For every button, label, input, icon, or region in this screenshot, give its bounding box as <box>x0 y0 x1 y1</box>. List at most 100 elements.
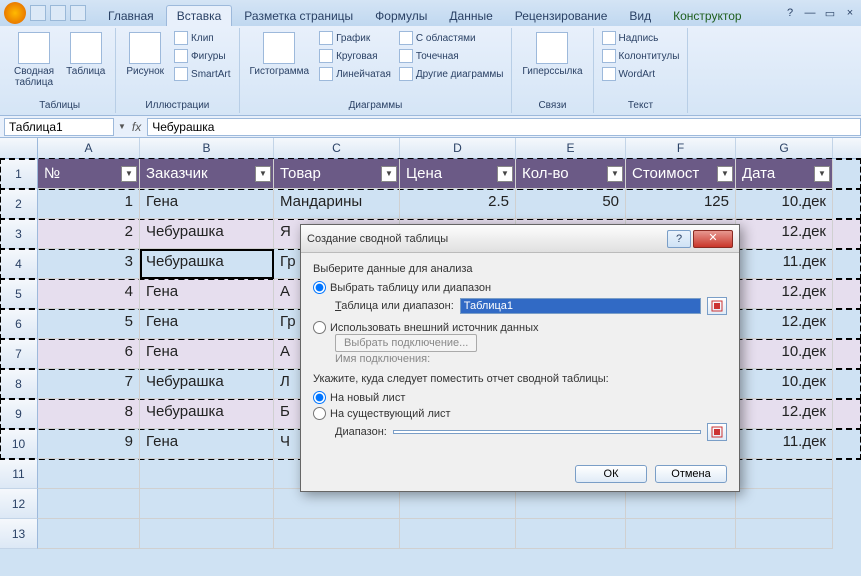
tab-review[interactable]: Рецензирование <box>505 6 618 26</box>
cell-date[interactable]: 12.дек <box>736 399 833 429</box>
help-icon[interactable]: ? <box>783 6 797 20</box>
col-header-a[interactable]: A <box>38 138 140 158</box>
row-header[interactable]: 1 <box>0 159 38 189</box>
range2-picker-button[interactable] <box>707 423 727 441</box>
cell-no[interactable]: 2 <box>38 219 140 249</box>
col-header-f[interactable]: F <box>626 138 736 158</box>
cell-date[interactable]: 10.дек <box>736 369 833 399</box>
empty-cell[interactable] <box>400 489 516 519</box>
cell-no[interactable]: 4 <box>38 279 140 309</box>
namebox-dropdown-icon[interactable]: ▼ <box>118 122 126 131</box>
radio-existing-sheet[interactable]: На существующий лист <box>313 407 727 420</box>
empty-cell[interactable] <box>38 459 140 489</box>
cell-customer[interactable]: Чебурашка <box>140 249 274 279</box>
smartart-button[interactable]: SmartArt <box>172 66 232 82</box>
headerfooter-button[interactable]: Колонтитулы <box>600 48 682 64</box>
row-header[interactable]: 2 <box>0 189 38 219</box>
scatter-chart-button[interactable]: Точечная <box>397 48 506 64</box>
name-box[interactable]: Таблица1 <box>4 118 114 136</box>
radio-external-input[interactable] <box>313 321 326 334</box>
filter-dropdown-icon[interactable]: ▼ <box>814 166 830 182</box>
empty-cell[interactable] <box>140 459 274 489</box>
empty-cell[interactable] <box>274 519 400 549</box>
row-header[interactable]: 5 <box>0 279 38 309</box>
header-prod[interactable]: Товар▼ <box>274 159 400 189</box>
cell-customer[interactable]: Чебурашка <box>140 369 274 399</box>
header-no[interactable]: №▼ <box>38 159 140 189</box>
other-charts-button[interactable]: Другие диаграммы <box>397 66 506 82</box>
cell-customer[interactable]: Гена <box>140 429 274 459</box>
empty-cell[interactable] <box>736 489 833 519</box>
cell-no[interactable]: 1 <box>38 189 140 219</box>
range-input[interactable]: Таблица1 <box>460 298 701 314</box>
header-price[interactable]: Цена▼ <box>400 159 516 189</box>
tab-home[interactable]: Главная <box>98 6 164 26</box>
restore-icon[interactable]: ▭ <box>823 6 837 20</box>
cell-customer[interactable]: Гена <box>140 309 274 339</box>
qat-undo-icon[interactable] <box>50 5 66 21</box>
col-header-b[interactable]: B <box>140 138 274 158</box>
filter-dropdown-icon[interactable]: ▼ <box>381 166 397 182</box>
formula-input[interactable]: Чебурашка <box>147 118 861 136</box>
cell-customer[interactable]: Гена <box>140 189 274 219</box>
cell-no[interactable]: 8 <box>38 399 140 429</box>
row-header[interactable]: 3 <box>0 219 38 249</box>
radio-new-sheet-input[interactable] <box>313 391 326 404</box>
clip-button[interactable]: Клип <box>172 30 232 46</box>
cell-date[interactable]: 11.дек <box>736 249 833 279</box>
cell-date[interactable]: 12.дек <box>736 309 833 339</box>
cell-product[interactable]: Мандарины <box>274 189 400 219</box>
empty-cell[interactable] <box>736 459 833 489</box>
hyperlink-button[interactable]: Гиперссылка <box>518 30 586 79</box>
dialog-close-button[interactable]: ✕ <box>693 230 733 248</box>
cell-date[interactable]: 12.дек <box>736 219 833 249</box>
close-icon[interactable]: × <box>843 6 857 20</box>
radio-select-table[interactable]: Выбрать таблицу или диапазон <box>313 281 727 294</box>
dialog-help-button[interactable]: ? <box>667 230 691 248</box>
empty-cell[interactable] <box>626 489 736 519</box>
cell-date[interactable]: 12.дек <box>736 279 833 309</box>
tab-formulas[interactable]: Формулы <box>365 6 437 26</box>
filter-dropdown-icon[interactable]: ▼ <box>607 166 623 182</box>
tab-layout[interactable]: Разметка страницы <box>234 6 363 26</box>
qat-redo-icon[interactable] <box>70 5 86 21</box>
row-header[interactable]: 9 <box>0 399 38 429</box>
empty-cell[interactable] <box>626 519 736 549</box>
cell-cost[interactable]: 125 <box>626 189 736 219</box>
cell-no[interactable]: 6 <box>38 339 140 369</box>
tab-view[interactable]: Вид <box>619 6 661 26</box>
empty-cell[interactable] <box>140 489 274 519</box>
col-header-d[interactable]: D <box>400 138 516 158</box>
row-header[interactable]: 6 <box>0 309 38 339</box>
cell-no[interactable]: 9 <box>38 429 140 459</box>
cell-customer[interactable]: Гена <box>140 279 274 309</box>
cell-customer[interactable]: Гена <box>140 339 274 369</box>
cell-date[interactable]: 10.дек <box>736 189 833 219</box>
cell-no[interactable]: 5 <box>38 309 140 339</box>
range2-input[interactable] <box>393 430 701 434</box>
filter-dropdown-icon[interactable]: ▼ <box>497 166 513 182</box>
area-chart-button[interactable]: С областями <box>397 30 506 46</box>
row-header[interactable]: 13 <box>0 519 38 549</box>
bar-chart-button[interactable]: Линейчатая <box>317 66 393 82</box>
empty-cell[interactable] <box>516 489 626 519</box>
dialog-titlebar[interactable]: Создание сводной таблицы ? ✕ <box>301 225 739 253</box>
line-chart-button[interactable]: График <box>317 30 393 46</box>
radio-external-source[interactable]: Использовать внешний источник данных <box>313 321 727 334</box>
histogram-button[interactable]: Гистограмма <box>246 30 314 79</box>
col-header-g[interactable]: G <box>736 138 833 158</box>
row-header[interactable]: 10 <box>0 429 38 459</box>
row-header[interactable]: 4 <box>0 249 38 279</box>
empty-cell[interactable] <box>736 519 833 549</box>
row-header[interactable]: 7 <box>0 339 38 369</box>
tab-data[interactable]: Данные <box>439 6 502 26</box>
tab-insert[interactable]: Вставка <box>166 5 233 26</box>
office-button[interactable] <box>4 2 26 24</box>
cell-no[interactable]: 3 <box>38 249 140 279</box>
radio-select-table-input[interactable] <box>313 281 326 294</box>
col-header-e[interactable]: E <box>516 138 626 158</box>
picture-button[interactable]: Рисунок <box>122 30 168 79</box>
range-picker-button[interactable] <box>707 297 727 315</box>
header-qty[interactable]: Кол-во▼ <box>516 159 626 189</box>
empty-cell[interactable] <box>274 489 400 519</box>
